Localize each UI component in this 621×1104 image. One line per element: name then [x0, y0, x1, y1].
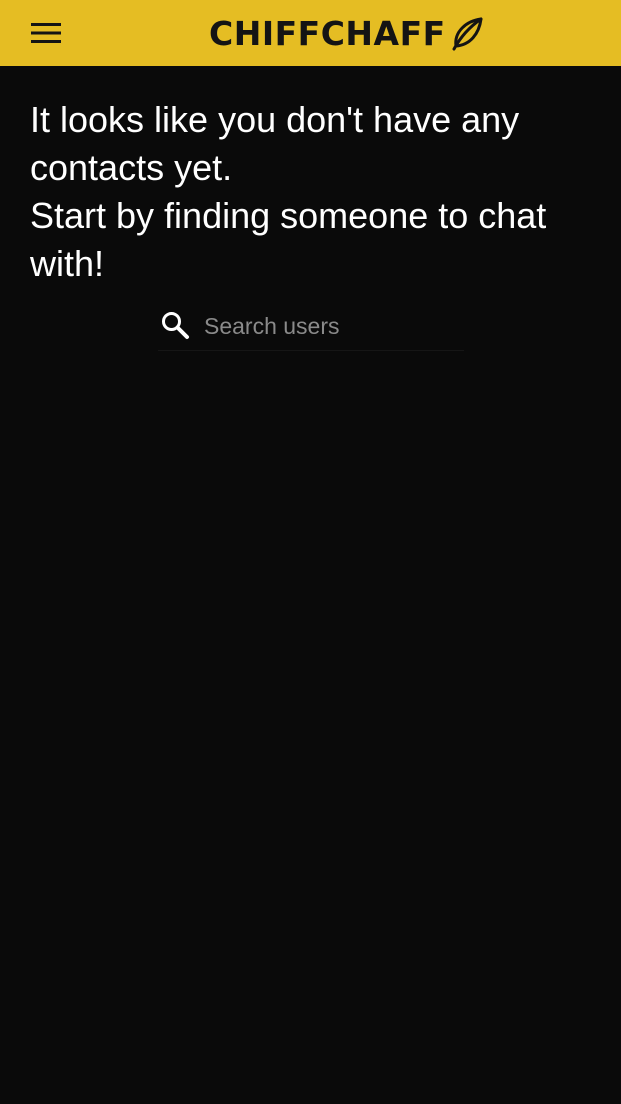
menu-button[interactable] [26, 16, 66, 50]
empty-message-line-2: Start by finding someone to chat with! [30, 195, 547, 284]
search-icon [162, 312, 189, 339]
brand-logo[interactable]: CHIFFCHAFF [209, 14, 484, 54]
empty-contacts-message: It looks like you don't have any contact… [30, 96, 590, 288]
empty-message-line-1: It looks like you don't have any contact… [30, 99, 520, 188]
app-bar: CHIFFCHAFF [0, 0, 621, 66]
search-users-input[interactable] [204, 308, 454, 344]
user-search [158, 302, 464, 351]
hamburger-menu-icon [31, 23, 61, 43]
empty-contacts-panel: It looks like you don't have any contact… [30, 96, 590, 288]
brand-name: CHIFFCHAFF [209, 14, 446, 53]
leaf-icon [452, 17, 483, 51]
